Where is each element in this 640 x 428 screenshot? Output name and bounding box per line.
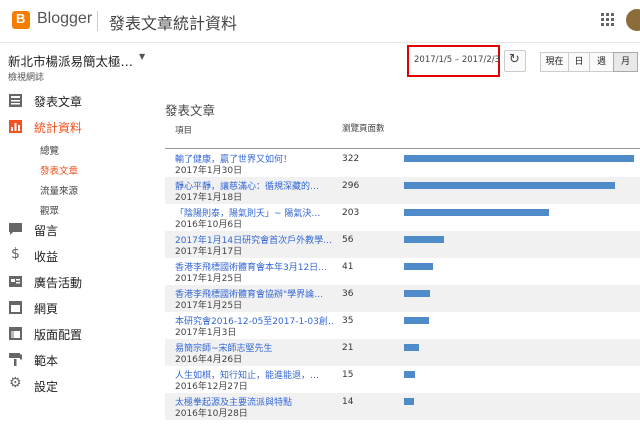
range-now-button[interactable]: 現在 <box>540 52 569 72</box>
pageview-count: 35 <box>342 316 354 326</box>
table-row: 本研究會2016-12-05至2017-1-03創… 2017年1月3日 35 <box>165 312 640 339</box>
posts-icon <box>9 94 22 107</box>
pageview-count: 15 <box>342 370 354 380</box>
sidebar-item-label: 範本 <box>34 354 59 368</box>
blog-selector[interactable]: 新北市楊派易簡太極… <box>8 51 133 70</box>
pageview-count: 203 <box>342 208 360 218</box>
post-date: 2016年10月6日 <box>175 220 243 230</box>
sidebar-item-label: 網頁 <box>34 302 59 316</box>
pageview-count: 21 <box>342 343 354 353</box>
sidebar-subitem-traffic-sources[interactable]: 流量來源 <box>40 183 78 197</box>
pageview-count: 322 <box>342 154 360 164</box>
settings-icon: ⚙ <box>9 375 22 391</box>
table-row: 香港李飛標國術體育會本年3月12日… 2017年1月25日 41 <box>165 258 640 285</box>
post-date: 2017年1月30日 <box>175 166 243 176</box>
pageview-bar <box>404 371 415 378</box>
pageview-count: 14 <box>342 397 354 407</box>
table-row: 輸了健康，贏了世界又如何！ 2017年1月30日 322 <box>165 150 640 177</box>
pageview-bar <box>404 182 615 189</box>
table-row: 2017年1月14日研究會首次戶外教學… 2017年1月17日 56 <box>165 231 640 258</box>
comments-icon <box>9 223 22 235</box>
stats-icon <box>9 120 22 133</box>
table-header-divider <box>165 148 640 149</box>
pageview-bar <box>404 236 444 243</box>
header-divider <box>97 11 98 31</box>
theme-icon <box>9 353 22 366</box>
layout-icon <box>9 327 22 340</box>
sidebar-item-label: 廣告活動 <box>34 276 83 290</box>
apps-grid-icon[interactable] <box>601 13 615 27</box>
table-row: 「陰陽則泰，陽氣則夭」~ 陽氣決… 2016年10月6日 203 <box>165 204 640 231</box>
pageview-count: 56 <box>342 235 354 245</box>
sidebar-item-comments[interactable]: 留言 <box>0 218 150 242</box>
range-week-button[interactable]: 週 <box>589 52 614 72</box>
pageview-count: 41 <box>342 262 354 272</box>
sidebar-item-stats[interactable]: 統計資料 <box>0 115 150 139</box>
range-month-button[interactable]: 月 <box>613 52 638 72</box>
post-date: 2016年10月28日 <box>175 409 248 419</box>
refresh-button[interactable]: ↻ <box>504 50 526 72</box>
brand-name[interactable]: Blogger <box>37 10 92 28</box>
pageview-bar <box>404 398 414 405</box>
range-day-button[interactable]: 日 <box>568 52 590 72</box>
table-row: 人生如棋，知行知止，能進能退，… 2016年12月27日 15 <box>165 366 640 393</box>
column-header-views: 瀏覽頁面數 <box>342 124 385 134</box>
sidebar-item-label: 統計資料 <box>34 121 83 135</box>
blogger-logo-icon[interactable] <box>12 11 30 29</box>
sidebar-item-label: 留言 <box>34 224 59 238</box>
post-date: 2016年4月26日 <box>175 355 243 365</box>
app-header: Blogger 發表文章統計資料 <box>0 0 640 43</box>
sidebar-item-campaigns[interactable]: 廣告活動 <box>0 270 150 294</box>
sidebar-item-settings[interactable]: ⚙ 設定 <box>0 374 150 398</box>
sidebar-item-pages[interactable]: 網頁 <box>0 296 150 320</box>
sidebar-item-label: 發表文章 <box>34 95 83 109</box>
section-title: 發表文章 <box>165 103 216 118</box>
pageview-bar <box>404 317 429 324</box>
post-date: 2017年1月25日 <box>175 301 243 311</box>
pageview-bar <box>404 263 433 270</box>
post-date: 2016年12月27日 <box>175 382 248 392</box>
campaigns-icon <box>9 276 22 287</box>
pageview-bar <box>404 290 430 297</box>
sidebar-item-label: 設定 <box>34 380 59 394</box>
post-date: 2017年1月17日 <box>175 247 243 257</box>
earnings-icon: $ <box>11 246 20 262</box>
sidebar-subitem-audience[interactable]: 觀眾 <box>40 203 59 217</box>
table-row: 易簡宗師~宋師志堅先生 2016年4月26日 21 <box>165 339 640 366</box>
pageview-count: 36 <box>342 289 354 299</box>
sidebar-item-theme[interactable]: 範本 <box>0 348 150 372</box>
sidebar-item-posts[interactable]: 發表文章 <box>0 89 150 113</box>
pageview-bar <box>404 209 549 216</box>
dropdown-caret-icon[interactable]: ▼ <box>139 52 145 61</box>
sidebar-item-label: 版面配置 <box>34 328 83 342</box>
view-blog-link[interactable]: 檢視網誌 <box>8 70 44 83</box>
pages-icon <box>9 301 22 314</box>
pageview-count: 296 <box>342 181 360 191</box>
sidebar-item-label: 收益 <box>34 250 59 264</box>
page-title: 發表文章統計資料 <box>109 14 238 33</box>
table-row: 香港李飛標國術體育會協辦"學界論… 2017年1月25日 36 <box>165 285 640 312</box>
avatar[interactable] <box>626 9 640 31</box>
table-row: 靜心平靜，讓慈滿心：循規深藏的… 2017年1月18日 296 <box>165 177 640 204</box>
pageview-bar <box>404 155 634 162</box>
column-header-item: 項目 <box>175 126 193 136</box>
post-date: 2017年1月3日 <box>175 328 237 338</box>
table-row: 太極拳起源及主要流派與特點 2016年10月28日 14 <box>165 393 640 420</box>
post-date: 2017年1月18日 <box>175 193 243 203</box>
post-date: 2017年1月25日 <box>175 274 243 284</box>
date-range-label[interactable]: 2017/1/5 – 2017/2/3 <box>414 55 500 65</box>
sidebar-item-layout[interactable]: 版面配置 <box>0 322 150 346</box>
pageview-bar <box>404 344 419 351</box>
sidebar-item-earnings[interactable]: $ 收益 <box>0 244 150 268</box>
refresh-icon: ↻ <box>509 52 520 67</box>
sidebar-subitem-posts[interactable]: 發表文章 <box>40 163 78 177</box>
sidebar-subitem-overview[interactable]: 總覽 <box>40 143 59 157</box>
